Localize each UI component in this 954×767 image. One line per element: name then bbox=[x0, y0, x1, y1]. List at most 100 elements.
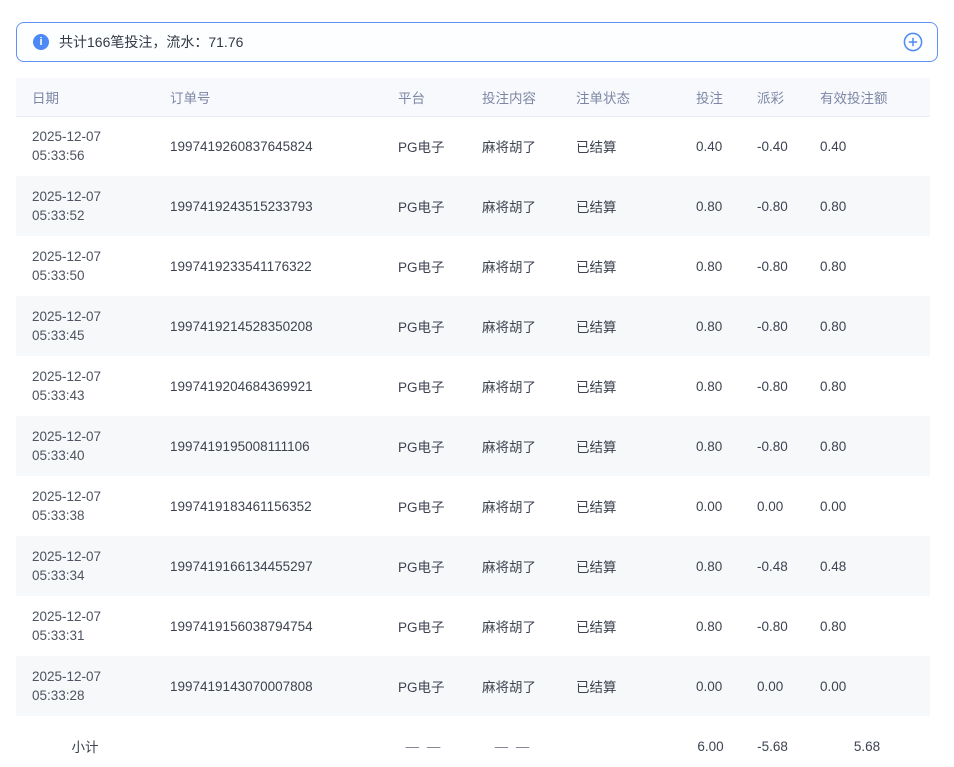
subtotal-status bbox=[560, 716, 680, 767]
subtotal-platform: — — bbox=[382, 716, 466, 767]
cell-payout: -0.48 bbox=[741, 536, 804, 596]
cell-status: 已结算 bbox=[560, 236, 680, 296]
cell-date-value: 2025-12-07 bbox=[32, 667, 150, 686]
cell-platform: PG电子 bbox=[382, 536, 466, 596]
cell-status: 已结算 bbox=[560, 536, 680, 596]
cell-valid-bet: 0.00 bbox=[804, 476, 930, 536]
cell-payout: -0.80 bbox=[741, 176, 804, 236]
cell-valid-bet: 0.80 bbox=[804, 296, 930, 356]
cell-content: 麻将胡了 bbox=[466, 296, 560, 356]
cell-time-value: 05:33:43 bbox=[32, 386, 150, 405]
cell-order-no: 1997419156038794754 bbox=[154, 596, 382, 656]
cell-platform: PG电子 bbox=[382, 296, 466, 356]
cell-platform: PG电子 bbox=[382, 476, 466, 536]
column-header-valid-bet: 有效投注额 bbox=[804, 78, 930, 116]
subtotal-bet: 6.00 bbox=[680, 716, 741, 767]
cell-content: 麻将胡了 bbox=[466, 536, 560, 596]
subtotal-row: 小计— —— —6.00-5.685.68 bbox=[16, 716, 930, 767]
cell-date-value: 2025-12-07 bbox=[32, 187, 150, 206]
column-header-content: 投注内容 bbox=[466, 78, 560, 116]
table-body: 2025-12-0705:33:561997419260837645824PG电… bbox=[16, 116, 930, 767]
cell-bet: 0.80 bbox=[680, 176, 741, 236]
cell-date-value: 2025-12-07 bbox=[32, 307, 150, 326]
cell-date-value: 2025-12-07 bbox=[32, 367, 150, 386]
column-header-platform: 平台 bbox=[382, 78, 466, 116]
cell-platform: PG电子 bbox=[382, 236, 466, 296]
table-row: 2025-12-0705:33:381997419183461156352PG电… bbox=[16, 476, 930, 536]
cell-content: 麻将胡了 bbox=[466, 356, 560, 416]
cell-date-value: 2025-12-07 bbox=[32, 247, 150, 266]
cell-date: 2025-12-0705:33:52 bbox=[16, 176, 154, 236]
cell-payout: 0.00 bbox=[741, 476, 804, 536]
orders-table-container: 日期订单号平台投注内容注单状态投注派彩有效投注额 2025-12-0705:33… bbox=[16, 78, 938, 767]
cell-order-no: 1997419166134455297 bbox=[154, 536, 382, 596]
cell-valid-bet: 0.80 bbox=[804, 176, 930, 236]
cell-order-no: 1997419243515233793 bbox=[154, 176, 382, 236]
cell-valid-bet: 0.80 bbox=[804, 236, 930, 296]
plus-circle-icon[interactable] bbox=[903, 32, 923, 52]
cell-platform: PG电子 bbox=[382, 356, 466, 416]
cell-status: 已结算 bbox=[560, 656, 680, 716]
cell-content: 麻将胡了 bbox=[466, 176, 560, 236]
cell-order-no: 1997419143070007808 bbox=[154, 656, 382, 716]
cell-bet: 0.00 bbox=[680, 476, 741, 536]
cell-platform: PG电子 bbox=[382, 116, 466, 176]
cell-valid-bet: 0.80 bbox=[804, 416, 930, 476]
subtotal-valid-bet: 5.68 bbox=[804, 716, 930, 767]
cell-time-value: 05:33:50 bbox=[32, 266, 150, 285]
cell-status: 已结算 bbox=[560, 356, 680, 416]
cell-date: 2025-12-0705:33:40 bbox=[16, 416, 154, 476]
cell-time-value: 05:33:28 bbox=[32, 686, 150, 705]
table-row: 2025-12-0705:33:431997419204684369921PG电… bbox=[16, 356, 930, 416]
column-header-date: 日期 bbox=[16, 78, 154, 116]
cell-content: 麻将胡了 bbox=[466, 476, 560, 536]
cell-date-value: 2025-12-07 bbox=[32, 607, 150, 626]
cell-platform: PG电子 bbox=[382, 176, 466, 236]
cell-date-value: 2025-12-07 bbox=[32, 427, 150, 446]
column-header-order-no: 订单号 bbox=[154, 78, 382, 116]
cell-date-value: 2025-12-07 bbox=[32, 127, 150, 146]
cell-content: 麻将胡了 bbox=[466, 116, 560, 176]
cell-bet: 0.80 bbox=[680, 356, 741, 416]
cell-time-value: 05:33:34 bbox=[32, 566, 150, 585]
cell-time-value: 05:33:31 bbox=[32, 626, 150, 645]
cell-payout: -0.80 bbox=[741, 416, 804, 476]
cell-time-value: 05:33:45 bbox=[32, 326, 150, 345]
table-row: 2025-12-0705:33:501997419233541176322PG电… bbox=[16, 236, 930, 296]
summary-text: 共计166笔投注，流水：71.76 bbox=[59, 32, 903, 52]
table-row: 2025-12-0705:33:281997419143070007808PG电… bbox=[16, 656, 930, 716]
cell-status: 已结算 bbox=[560, 476, 680, 536]
cell-status: 已结算 bbox=[560, 416, 680, 476]
cell-order-no: 1997419214528350208 bbox=[154, 296, 382, 356]
table-header-row: 日期订单号平台投注内容注单状态投注派彩有效投注额 bbox=[16, 78, 930, 116]
cell-valid-bet: 0.48 bbox=[804, 536, 930, 596]
cell-date: 2025-12-0705:33:43 bbox=[16, 356, 154, 416]
cell-valid-bet: 0.80 bbox=[804, 596, 930, 656]
cell-status: 已结算 bbox=[560, 296, 680, 356]
cell-bet: 0.80 bbox=[680, 536, 741, 596]
cell-time-value: 05:33:38 bbox=[32, 506, 150, 525]
cell-content: 麻将胡了 bbox=[466, 416, 560, 476]
cell-bet: 0.80 bbox=[680, 236, 741, 296]
cell-valid-bet: 0.40 bbox=[804, 116, 930, 176]
cell-order-no: 1997419183461156352 bbox=[154, 476, 382, 536]
info-circle-icon: i bbox=[33, 34, 49, 50]
cell-status: 已结算 bbox=[560, 116, 680, 176]
cell-content: 麻将胡了 bbox=[466, 656, 560, 716]
cell-date: 2025-12-0705:33:50 bbox=[16, 236, 154, 296]
cell-content: 麻将胡了 bbox=[466, 596, 560, 656]
cell-status: 已结算 bbox=[560, 596, 680, 656]
cell-time-value: 05:33:52 bbox=[32, 206, 150, 225]
cell-time-value: 05:33:56 bbox=[32, 146, 150, 165]
cell-valid-bet: 0.00 bbox=[804, 656, 930, 716]
cell-bet: 0.40 bbox=[680, 116, 741, 176]
subtotal-order-no bbox=[154, 716, 382, 767]
cell-order-no: 1997419260837645824 bbox=[154, 116, 382, 176]
cell-platform: PG电子 bbox=[382, 596, 466, 656]
cell-bet: 0.00 bbox=[680, 656, 741, 716]
table-row: 2025-12-0705:33:401997419195008111106PG电… bbox=[16, 416, 930, 476]
table-row: 2025-12-0705:33:521997419243515233793PG电… bbox=[16, 176, 930, 236]
cell-date: 2025-12-0705:33:38 bbox=[16, 476, 154, 536]
subtotal-content: — — bbox=[466, 716, 560, 767]
cell-date-value: 2025-12-07 bbox=[32, 547, 150, 566]
